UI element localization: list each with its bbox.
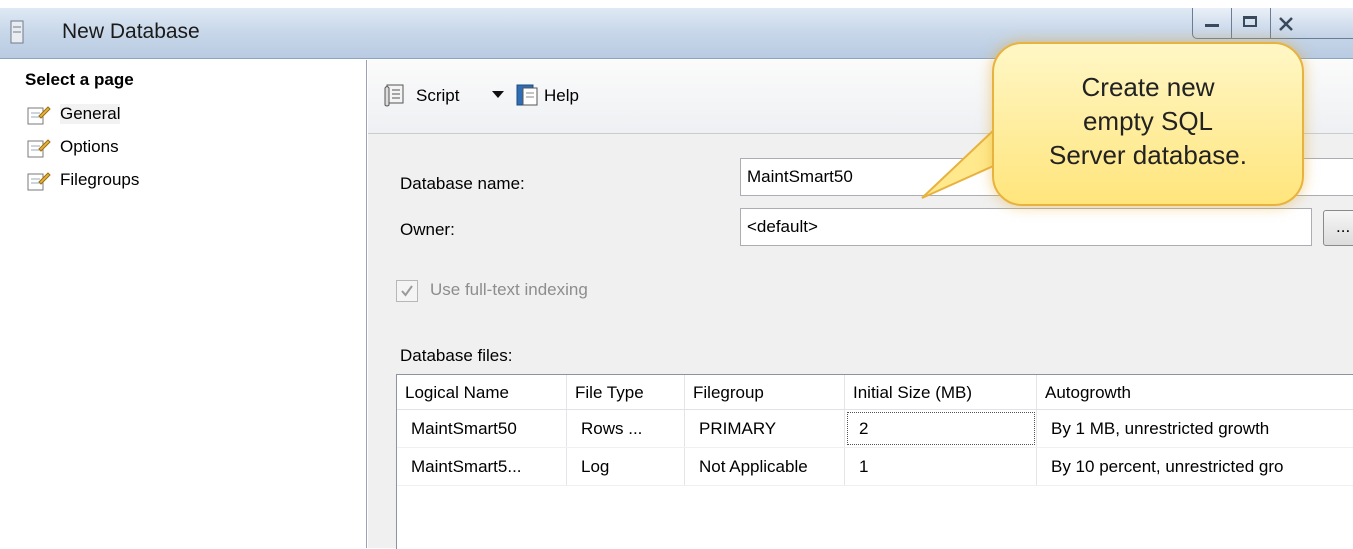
minimize-icon xyxy=(1205,24,1219,27)
callout-line: Create new xyxy=(1081,72,1215,102)
callout-bubble: Create new empty SQL Server database. xyxy=(992,42,1304,206)
close-icon xyxy=(1279,17,1293,31)
column-header-file-type[interactable]: File Type xyxy=(567,375,685,409)
help-button[interactable]: Help xyxy=(514,82,604,110)
owner-label: Owner: xyxy=(400,220,455,239)
script-icon xyxy=(384,84,404,107)
cell-autogrowth[interactable]: By 1 MB, unrestricted growth xyxy=(1037,410,1353,447)
column-header-initial-size[interactable]: Initial Size (MB) xyxy=(845,375,1037,409)
database-name-label: Database name: xyxy=(400,174,525,193)
callout-line: empty SQL xyxy=(1082,106,1214,136)
cell-autogrowth[interactable]: By 10 percent, unrestricted gro xyxy=(1037,448,1353,485)
page-item-label: Options xyxy=(60,137,119,156)
close-button[interactable] xyxy=(1270,8,1353,39)
page-wrench-icon xyxy=(27,139,51,158)
cell-file-type[interactable]: Log xyxy=(567,448,685,485)
database-name-value: MaintSmart50 xyxy=(747,167,853,186)
grid-header: Logical Name File Type Filegroup Initial… xyxy=(397,375,1353,410)
fulltext-checkbox[interactable] xyxy=(396,280,418,302)
owner-value: <default> xyxy=(747,217,818,236)
page-item-label: Filegroups xyxy=(60,170,140,189)
page-item-filegroups[interactable]: Filegroups xyxy=(26,168,356,194)
page-item-general[interactable]: General xyxy=(26,102,356,128)
cell-logical-name[interactable]: MaintSmart5... xyxy=(397,448,567,485)
script-label: Script xyxy=(416,86,460,105)
cell-filegroup[interactable]: PRIMARY xyxy=(685,410,845,447)
database-files-label: Database files: xyxy=(400,346,513,365)
browse-label: ... xyxy=(1336,217,1351,236)
table-row[interactable]: MaintSmart5... Log Not Applicable 1 By 1… xyxy=(397,448,1353,486)
cell-file-type[interactable]: Rows ... xyxy=(567,410,685,447)
minimize-button[interactable] xyxy=(1192,8,1232,39)
cell-filegroup[interactable]: Not Applicable xyxy=(685,448,845,485)
page-wrench-icon xyxy=(27,106,51,125)
cell-logical-name[interactable]: MaintSmart50 xyxy=(397,410,567,447)
checkmark-icon xyxy=(401,285,413,297)
maximize-button[interactable] xyxy=(1231,8,1271,39)
column-header-logical-name[interactable]: Logical Name xyxy=(397,375,567,409)
callout-text: Create new empty SQL Server database. xyxy=(994,70,1302,172)
script-button[interactable]: Script xyxy=(382,82,486,110)
page-item-label: General xyxy=(60,104,121,124)
browse-owner-button[interactable]: ... xyxy=(1323,210,1353,246)
script-dropdown-button[interactable] xyxy=(488,82,508,110)
cell-initial-size[interactable]: 2 xyxy=(845,410,1037,447)
callout-line: Server database. xyxy=(1048,140,1247,170)
help-label: Help xyxy=(544,86,579,105)
chevron-down-icon xyxy=(492,91,504,98)
select-page-pane: Select a page General Options Filegroups xyxy=(22,60,367,548)
cell-initial-size[interactable]: 1 xyxy=(845,448,1037,485)
database-files-grid: Logical Name File Type Filegroup Initial… xyxy=(396,374,1353,549)
table-row[interactable]: MaintSmart50 Rows ... PRIMARY 2 By 1 MB,… xyxy=(397,410,1353,448)
select-page-heading: Select a page xyxy=(25,70,134,89)
window-title: New Database xyxy=(62,20,200,43)
help-icon xyxy=(516,84,538,106)
page-wrench-icon xyxy=(27,172,51,191)
database-app-icon xyxy=(10,20,24,44)
column-header-filegroup[interactable]: Filegroup xyxy=(685,375,845,409)
page-item-options[interactable]: Options xyxy=(26,135,356,161)
maximize-icon xyxy=(1243,16,1257,27)
fulltext-label: Use full-text indexing xyxy=(430,280,588,299)
owner-input[interactable]: <default> xyxy=(740,208,1312,246)
column-header-autogrowth[interactable]: Autogrowth xyxy=(1037,375,1353,409)
